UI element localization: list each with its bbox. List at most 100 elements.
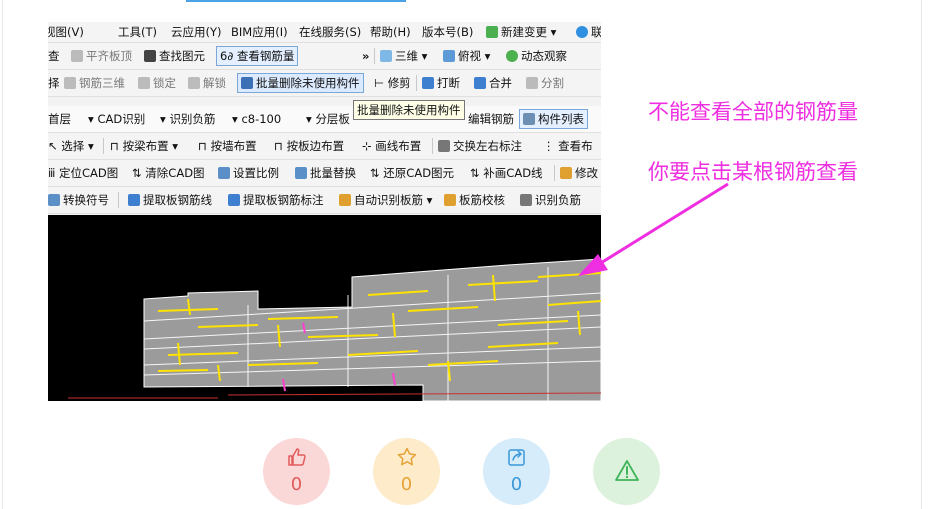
tb-place-by-wall[interactable]: ⊓ 按墙布置	[198, 137, 257, 155]
tb-draw-line[interactable]: ⊹ 画线布置	[362, 137, 421, 155]
tb-convert-symbol-label: 转换符号	[63, 193, 109, 207]
tb-place-by-slab-edge[interactable]: ⊓ 按板边布置	[274, 137, 344, 155]
tb-component-list[interactable]: 构件列表	[519, 109, 588, 129]
recognize-neg-rebar-label: 识别负筋	[169, 112, 216, 126]
tb-convert-symbol[interactable]: 转换符号	[48, 191, 109, 209]
tb-flush-top[interactable]: 平齐板顶	[71, 47, 132, 65]
tb-recognize-neg-rebar[interactable]: 识别负筋	[520, 191, 581, 209]
new-change-icon	[486, 26, 498, 38]
tb-view-layout[interactable]: ⋮ 查看布	[543, 137, 593, 155]
redraw-cad-icon: ⇅	[470, 166, 484, 180]
recognize-neg-icon	[520, 194, 532, 206]
tb-lock[interactable]: 锁定	[138, 74, 176, 92]
swap-icon	[438, 140, 450, 152]
tb-locate-cad[interactable]: ⅲ 定位CAD图	[48, 164, 118, 182]
menu-tools[interactable]: 工具(T)	[118, 23, 157, 41]
toolbar-separator	[432, 138, 433, 154]
share-count: 0	[510, 474, 523, 495]
menu-extra[interactable]: 联	[576, 23, 601, 41]
beam-icon: ⊓	[110, 139, 123, 153]
cad-recognize-select[interactable]: ▾ CAD识别	[88, 110, 145, 128]
software-screenshot: 视图(V) 工具(T) 云应用(Y) BIM应用(I) 在线服务(S) 帮助(H…	[48, 22, 601, 401]
tb-set-scale[interactable]: 设置比例	[218, 164, 279, 182]
tb-redraw-cad[interactable]: ⇅ 补画CAD线	[470, 164, 543, 182]
tb-merge-label: 合并	[489, 76, 512, 90]
like-button[interactable]: 0	[263, 438, 330, 505]
tb-clear-cad[interactable]: ⇅ 清除CAD图	[132, 164, 205, 182]
menu-view[interactable]: 视图(V)	[48, 23, 84, 41]
layer-board-select[interactable]: ▾ 分层板	[306, 110, 350, 128]
tb-redraw-cad-label: 补画CAD线	[483, 166, 543, 180]
tb-find-element[interactable]: 查找图元	[144, 47, 205, 65]
draw-line-icon: ⊹	[362, 139, 376, 153]
more-chevron-icon[interactable]: »	[362, 47, 369, 65]
tb-select[interactable]: ↖ 选择 ▾	[48, 137, 94, 155]
menu-new-change[interactable]: 新建变更 ▾	[486, 23, 556, 41]
tb-orbit-label: 动态观察	[521, 49, 567, 63]
share-button[interactable]: 0	[483, 438, 550, 505]
annotation-line-1: 不能查看全部的钢筋量	[648, 100, 858, 124]
tb-clear-cad-label: 清除CAD图	[145, 166, 205, 180]
tb-trim[interactable]: ⊢ 修剪	[374, 74, 411, 92]
globe-icon	[576, 26, 588, 38]
tb-swap-labels[interactable]: 交换左右标注	[438, 137, 522, 155]
tb-set-scale-label: 设置比例	[233, 166, 279, 180]
tb-orbit[interactable]: 动态观察	[506, 47, 567, 65]
tb-place-by-beam[interactable]: ⊓ 按梁布置 ▾	[110, 137, 178, 155]
tb-restore-cad[interactable]: ⇅ 还原CAD图元	[370, 164, 454, 182]
tb-batch-delete-unused[interactable]: 批量删除未使用构件	[237, 73, 364, 93]
top-accent-bar	[186, 0, 406, 2]
thumb-up-icon	[288, 448, 306, 466]
tb-unlock[interactable]: 解锁	[188, 74, 226, 92]
tb-batch-replace[interactable]: 批量替换	[295, 164, 356, 182]
recognize-neg-rebar-select[interactable]: ▾ 识别负筋	[160, 110, 215, 128]
lock-icon	[138, 77, 150, 89]
tb-merge[interactable]: 合并	[474, 74, 512, 92]
brush-icon	[241, 77, 253, 89]
tb-lock-label: 锁定	[153, 76, 176, 90]
tb-check[interactable]: 查	[48, 47, 60, 65]
tb-find-element-label: 查找图元	[159, 49, 205, 63]
cube-icon	[380, 50, 392, 62]
viewport-drawing	[68, 258, 601, 401]
menu-version[interactable]: 版本号(B)	[422, 23, 473, 41]
report-button[interactable]	[593, 438, 660, 505]
toolbar-separator	[103, 138, 104, 154]
tb-3d[interactable]: 三维 ▾	[380, 47, 427, 65]
favorite-button[interactable]: 0	[373, 438, 440, 505]
floor-select[interactable]: 首层	[48, 110, 71, 128]
tb-modify[interactable]: 修改	[560, 164, 598, 182]
tb-edit-rebar[interactable]: 编辑钢筋	[468, 110, 514, 128]
tb-extract-rebar-lines[interactable]: 提取板钢筋线	[128, 191, 212, 209]
tb-extract-rebar-labels[interactable]: 提取板钢筋标注	[228, 191, 324, 209]
tb-3d-label: 三维	[395, 49, 418, 63]
tb-select-partial[interactable]: 择	[48, 74, 60, 92]
tb-auto-recognize[interactable]: 自动识别板筋 ▾	[339, 191, 432, 209]
menu-bim[interactable]: BIM应用(I)	[231, 23, 288, 41]
rebar-spec-select[interactable]: ▾ c8-100	[232, 110, 281, 128]
binoculars-icon	[144, 50, 156, 62]
tb-extract-rebar-lines-label: 提取板钢筋线	[143, 193, 212, 207]
tb-view-layout-label: 查看布	[558, 139, 593, 153]
tb-rebar-check[interactable]: 板筋校核	[444, 191, 505, 209]
tb-swap-labels-label: 交换左右标注	[453, 139, 522, 153]
extract-lines-icon	[128, 194, 140, 206]
tb-batch-delete-unused-label: 批量删除未使用构件	[256, 76, 360, 90]
tb-top-view[interactable]: 俯视 ▾	[443, 47, 490, 65]
tb-break[interactable]: 打断	[422, 74, 460, 92]
clear-cad-icon: ⇅	[132, 166, 146, 180]
tb-view-rebar-qty[interactable]: 6∂ 查看钢筋量	[216, 46, 299, 66]
tb-top-view-label: 俯视	[458, 49, 481, 63]
menu-help[interactable]: 帮助(H)	[370, 23, 411, 41]
tb-view-rebar-qty-label: 查看钢筋量	[236, 49, 295, 63]
menu-cloud[interactable]: 云应用(Y)	[171, 23, 222, 41]
tb-rebar-3d[interactable]: 钢筋三维	[64, 74, 125, 92]
warning-icon	[615, 460, 639, 481]
tb-restore-cad-label: 还原CAD图元	[383, 166, 455, 180]
toolbar-row-1: 查 平齐板顶 查找图元 6∂ 查看钢筋量 » 三维 ▾ 俯视 ▾ 动态观察	[48, 43, 601, 70]
tb-split[interactable]: 分割	[526, 74, 564, 92]
tb-place-by-slab-edge-label: 按板边布置	[286, 139, 345, 153]
tb-draw-line-label: 画线布置	[375, 139, 422, 153]
menu-online[interactable]: 在线服务(S)	[299, 23, 361, 41]
3d-viewport[interactable]	[48, 215, 601, 401]
